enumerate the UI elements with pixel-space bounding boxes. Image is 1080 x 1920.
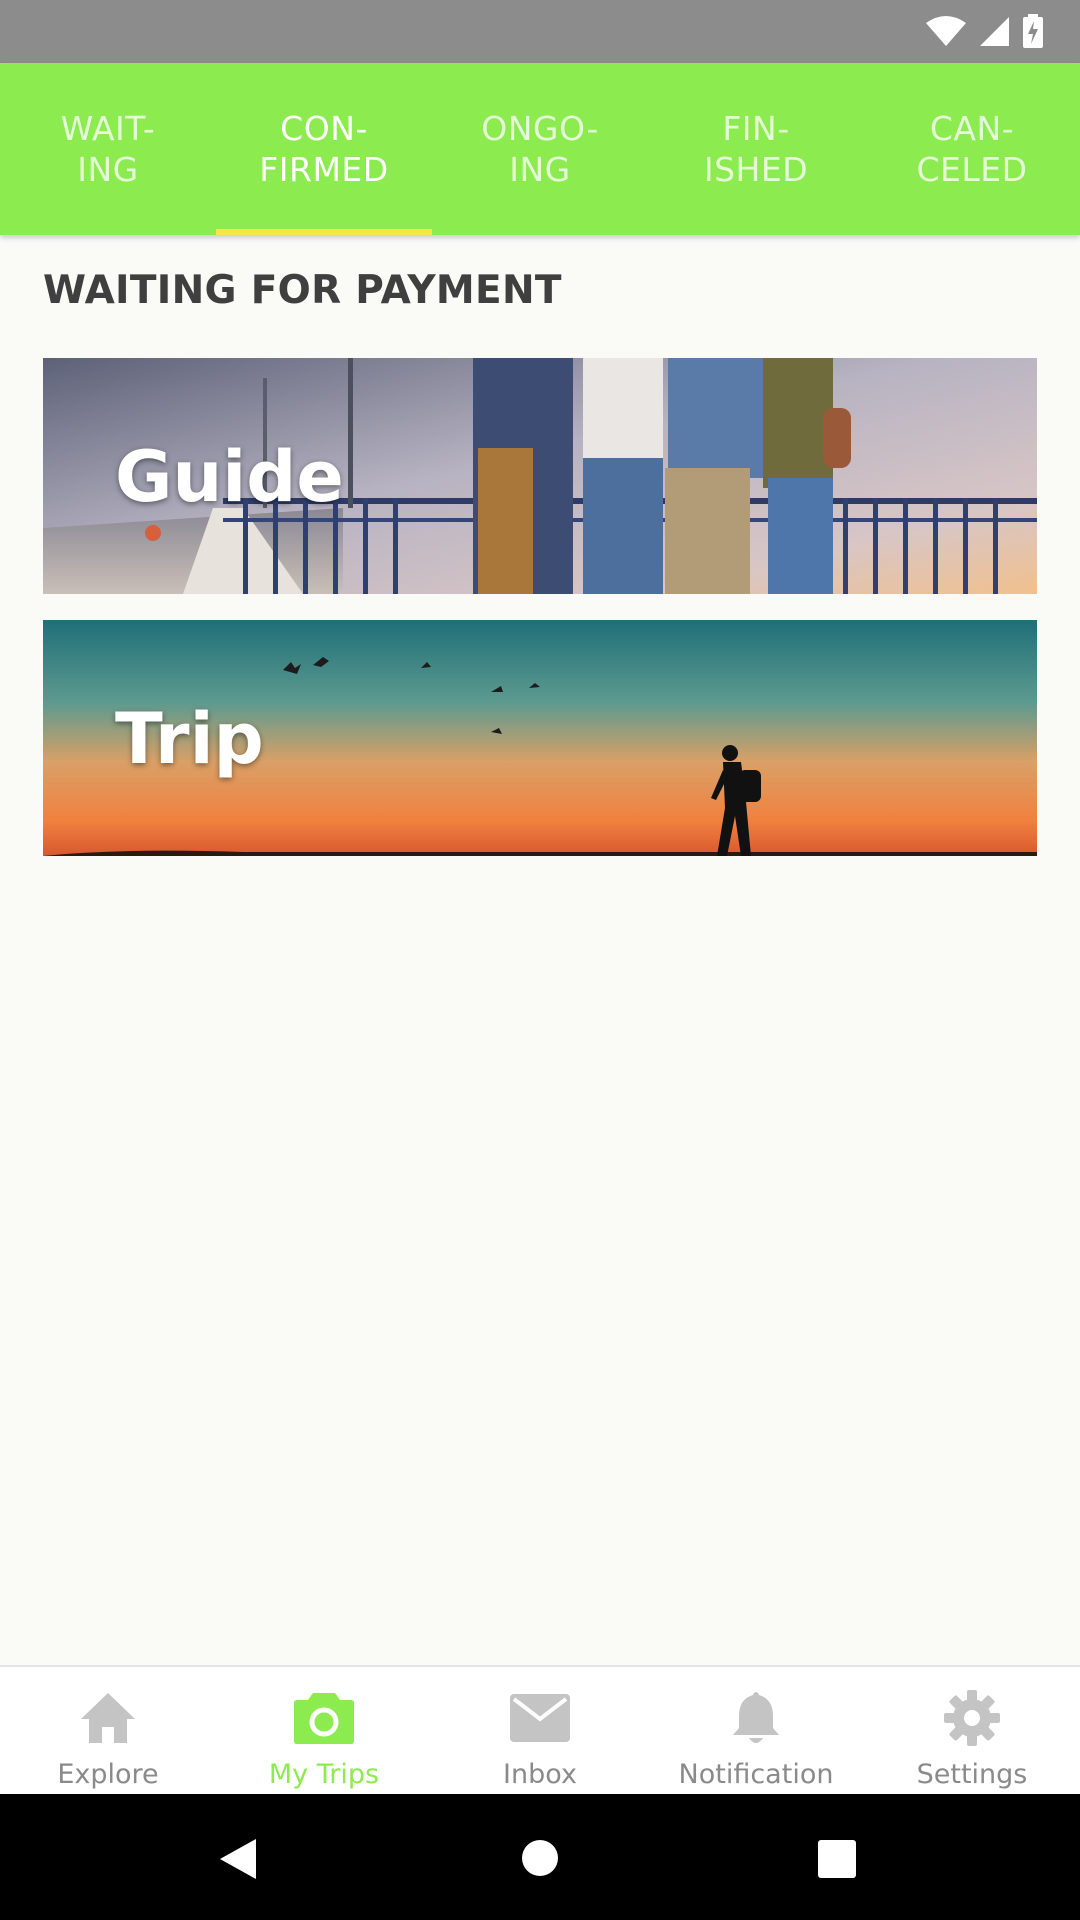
status-icons bbox=[926, 14, 1044, 48]
tab-label: CAN- CELED bbox=[916, 109, 1028, 189]
wifi-icon bbox=[926, 16, 966, 46]
tab-confirmed[interactable]: CON- FIRMED bbox=[216, 63, 432, 235]
nav-item-inbox[interactable]: Inbox bbox=[432, 1667, 648, 1794]
battery-charging-icon bbox=[1023, 14, 1043, 48]
mail-icon bbox=[509, 1687, 571, 1749]
recents-icon[interactable] bbox=[817, 1839, 857, 1879]
trip-status-tabs: WAIT- ING CON- FIRMED ONGO- ING FIN- ISH… bbox=[0, 63, 1080, 235]
trip-card-label: Trip bbox=[115, 698, 264, 780]
nav-item-notification[interactable]: Notification bbox=[648, 1667, 864, 1794]
guide-card-label: Guide bbox=[115, 436, 344, 518]
tab-label: CON- FIRMED bbox=[259, 109, 389, 189]
camera-icon bbox=[293, 1687, 355, 1749]
tab-finished[interactable]: FIN- ISHED bbox=[648, 63, 864, 235]
nav-item-my-trips[interactable]: My Trips bbox=[216, 1667, 432, 1794]
nav-label: Settings bbox=[916, 1759, 1028, 1790]
tab-label: WAIT- ING bbox=[60, 109, 156, 189]
nav-label: Explore bbox=[57, 1759, 159, 1790]
cell-signal-icon bbox=[980, 17, 1009, 46]
bell-icon bbox=[725, 1687, 787, 1749]
trip-card[interactable]: Trip bbox=[43, 620, 1037, 856]
tab-active-indicator bbox=[216, 229, 432, 235]
status-bar bbox=[0, 0, 1080, 63]
nav-item-explore[interactable]: Explore bbox=[0, 1667, 216, 1794]
tab-label: ONGO- ING bbox=[481, 109, 599, 189]
nav-label: Inbox bbox=[503, 1759, 577, 1790]
section-title: WAITING FOR PAYMENT bbox=[43, 268, 562, 313]
guide-card[interactable]: Guide bbox=[43, 358, 1037, 594]
bottom-navigation: Explore My Trips Inbox Notification Sett… bbox=[0, 1665, 1080, 1794]
tab-ongoing[interactable]: ONGO- ING bbox=[432, 63, 648, 235]
tab-canceled[interactable]: CAN- CELED bbox=[864, 63, 1080, 235]
gear-icon bbox=[941, 1687, 1003, 1749]
nav-label: My Trips bbox=[268, 1759, 380, 1790]
nav-item-settings[interactable]: Settings bbox=[864, 1667, 1080, 1794]
home-circle-icon[interactable] bbox=[521, 1839, 559, 1877]
back-icon[interactable] bbox=[218, 1837, 258, 1881]
tab-label: FIN- ISHED bbox=[703, 109, 809, 189]
tab-waiting[interactable]: WAIT- ING bbox=[0, 63, 216, 235]
home-icon bbox=[77, 1687, 139, 1749]
system-navigation-bar bbox=[0, 1794, 1080, 1920]
nav-label: Notification bbox=[678, 1759, 834, 1790]
